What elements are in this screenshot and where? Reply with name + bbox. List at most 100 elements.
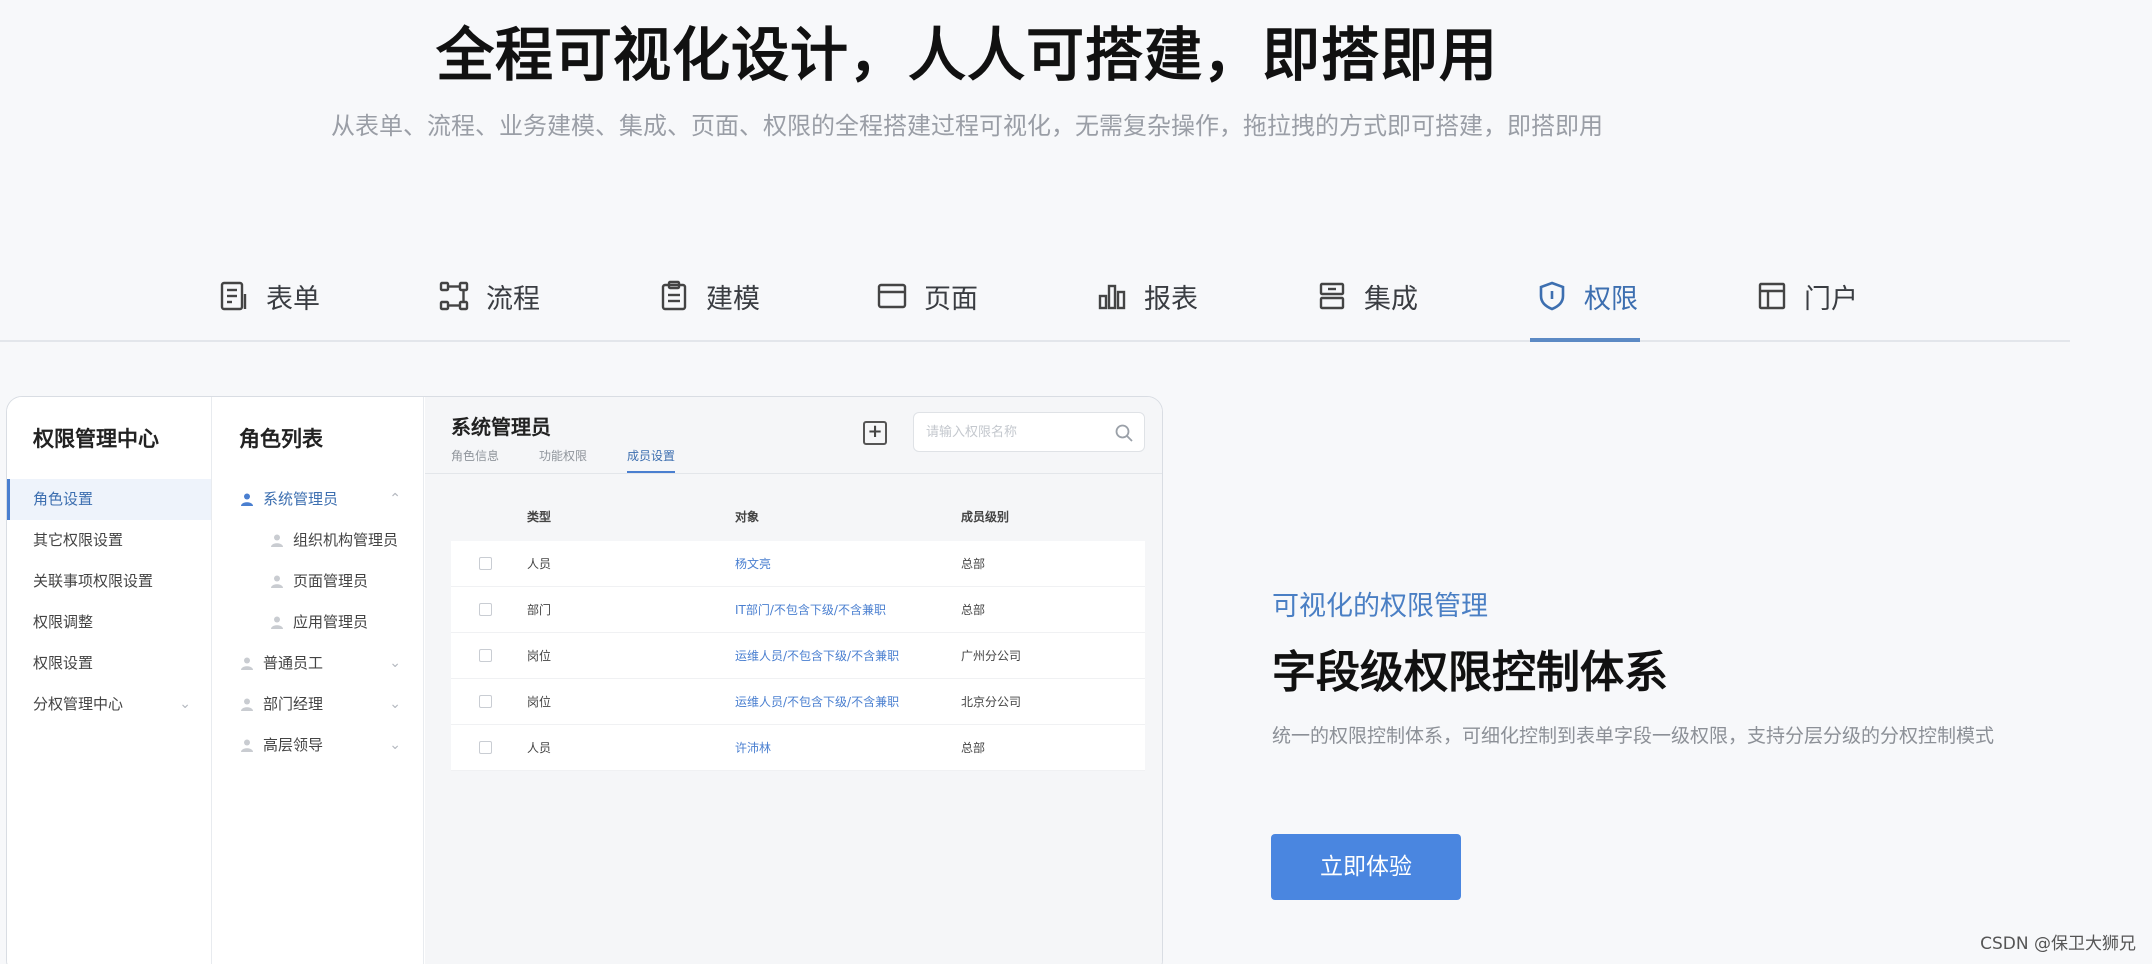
cell-level: 北京分公司 [961, 695, 1022, 709]
tab-label: 表单 [266, 283, 320, 315]
tab-report[interactable]: 报表 [1096, 250, 1198, 342]
permission-search [913, 412, 1145, 452]
cell-object-link[interactable]: 杨文亮 [735, 541, 771, 587]
tab-integration[interactable]: 集成 [1316, 250, 1418, 342]
role-item-employee[interactable]: 普通员工 ⌄ [213, 643, 423, 684]
person-icon [241, 657, 253, 670]
member-table: 类型 对象 成员级别 人员 杨文亮 总部 部门 IT部门/不包含下级/不含兼职 … [451, 493, 1145, 771]
feature-kicker: 可视化的权限管理 [1272, 591, 1488, 622]
chevron-up-icon: ⌃ [389, 491, 401, 507]
row-checkbox[interactable] [479, 649, 492, 662]
nav-item-label: 权限调整 [33, 613, 94, 631]
page-icon [877, 283, 907, 309]
nav-item-label: 分权管理中心 [33, 695, 124, 713]
clipboard-icon [661, 280, 687, 311]
nav-item-permission-settings[interactable]: 权限设置 [7, 643, 211, 684]
nav-item-related-permissions[interactable]: 关联事项权限设置 [7, 561, 211, 602]
chevron-down-icon: ⌄ [389, 655, 401, 671]
watermark: CSDN @保卫大狮兄 [1980, 934, 2136, 954]
cell-object-link[interactable]: IT部门/不包含下级/不含兼职 [735, 587, 886, 633]
tab-portal[interactable]: 门户 [1756, 250, 1858, 342]
nav-item-label: 角色设置 [33, 490, 94, 508]
person-icon [241, 493, 253, 506]
role-item-executive[interactable]: 高层领导 ⌄ [213, 725, 423, 766]
table-row: 岗位 运维人员/不包含下级/不含兼职 广州分公司 [451, 633, 1145, 679]
person-icon [271, 616, 283, 629]
tab-label: 权限 [1584, 283, 1638, 315]
person-icon [271, 575, 283, 588]
cell-level: 总部 [961, 741, 986, 755]
cell-type: 人员 [527, 741, 552, 755]
cell-level: 总部 [961, 557, 986, 571]
row-checkbox[interactable] [479, 741, 492, 754]
feature-tabs: 表单 流程 建模 页面 报表 集成 权限 门户 [0, 250, 2070, 342]
cell-object-link[interactable]: 运维人员/不包含下级/不含兼职 [735, 633, 899, 679]
search-input[interactable] [914, 413, 1104, 451]
tab-member-settings[interactable]: 成员设置 [627, 447, 676, 473]
nav-item-role-settings[interactable]: 角色设置 [7, 479, 211, 520]
nav-item-label: 关联事项权限设置 [33, 572, 154, 590]
role-item-dept-manager[interactable]: 部门经理 ⌄ [213, 684, 423, 725]
row-checkbox[interactable] [479, 557, 492, 570]
tab-label: 建模 [706, 283, 760, 315]
tab-role-info[interactable]: 角色信息 [451, 447, 499, 473]
portal-icon [1758, 282, 1786, 310]
row-checkbox[interactable] [479, 603, 492, 616]
tab-label: 页面 [924, 283, 978, 315]
form-icon [220, 281, 247, 311]
cell-object-link[interactable]: 运维人员/不包含下级/不含兼职 [735, 679, 899, 725]
role-label: 页面管理员 [293, 572, 369, 590]
tab-modeling[interactable]: 建模 [658, 250, 760, 342]
permission-center-nav: 权限管理中心 角色设置 其它权限设置 关联事项权限设置 权限调整 权限设置 分权… [7, 397, 212, 964]
role-list-title: 角色列表 [239, 427, 323, 451]
nav-item-other-permissions[interactable]: 其它权限设置 [7, 520, 211, 561]
tab-permission[interactable]: 权限 [1536, 250, 1638, 342]
cell-level: 广州分公司 [961, 649, 1022, 663]
page-title: 全程可视化设计，人人可搭建，即搭即用 [435, 21, 1498, 89]
tab-flow[interactable]: 流程 [438, 250, 540, 342]
role-label: 应用管理员 [293, 613, 369, 631]
role-item-app-admin[interactable]: 应用管理员 [213, 602, 423, 643]
permission-demo-panel: 权限管理中心 角色设置 其它权限设置 关联事项权限设置 权限调整 权限设置 分权… [6, 396, 1163, 964]
column-header-level: 成员级别 [961, 510, 1010, 524]
active-tab-indicator [1530, 338, 1640, 342]
table-row: 人员 许沛林 总部 [451, 725, 1145, 771]
bar-chart-icon [1098, 284, 1126, 310]
tab-label: 报表 [1144, 283, 1198, 315]
nav-item-delegation-center[interactable]: 分权管理中心 ⌄ [7, 684, 211, 725]
role-item-system-admin[interactable]: 系统管理员 ⌃ [213, 479, 423, 520]
role-detail: 系统管理员 角色信息 功能权限 成员设置 + 类型 对象 成员级别 人员 杨文亮 [425, 397, 1162, 964]
try-now-button[interactable]: 立即体验 [1271, 834, 1461, 900]
role-detail-tabs: 角色信息 功能权限 成员设置 [451, 447, 676, 473]
role-item-page-admin[interactable]: 页面管理员 [213, 561, 423, 602]
nav-item-label: 其它权限设置 [33, 531, 124, 549]
tab-form[interactable]: 表单 [218, 250, 320, 342]
integration-icon [1319, 282, 1345, 310]
table-row: 人员 杨文亮 总部 [451, 541, 1145, 587]
add-member-button[interactable]: + [863, 421, 887, 445]
feature-title: 字段级权限控制体系 [1272, 647, 1668, 698]
person-icon [241, 698, 253, 711]
role-detail-title: 系统管理员 [451, 415, 551, 439]
nav-item-permission-adjust[interactable]: 权限调整 [7, 602, 211, 643]
tab-function-permissions[interactable]: 功能权限 [539, 447, 587, 473]
column-header-type: 类型 [527, 510, 552, 524]
cell-type: 岗位 [527, 649, 552, 663]
page-subtitle: 从表单、流程、业务建模、集成、页面、权限的全程搭建过程可视化，无需复杂操作，拖拉… [331, 112, 1603, 140]
flow-icon [439, 281, 469, 311]
cell-object-link[interactable]: 许沛林 [735, 725, 771, 771]
chevron-down-icon: ⌄ [389, 737, 401, 753]
chevron-down-icon: ⌄ [179, 696, 191, 712]
table-row: 部门 IT部门/不包含下级/不含兼职 总部 [451, 587, 1145, 633]
tab-page[interactable]: 页面 [876, 250, 978, 342]
cell-type: 部门 [527, 603, 552, 617]
role-item-org-admin[interactable]: 组织机构管理员 [213, 520, 423, 561]
table-header: 类型 对象 成员级别 [451, 493, 1145, 541]
row-checkbox[interactable] [479, 695, 492, 708]
nav-item-label: 权限设置 [33, 654, 94, 672]
cell-type: 岗位 [527, 695, 552, 709]
chevron-down-icon: ⌄ [389, 696, 401, 712]
search-icon[interactable] [1114, 423, 1134, 443]
table-row: 岗位 运维人员/不包含下级/不含兼职 北京分公司 [451, 679, 1145, 725]
role-label: 系统管理员 [263, 490, 339, 508]
